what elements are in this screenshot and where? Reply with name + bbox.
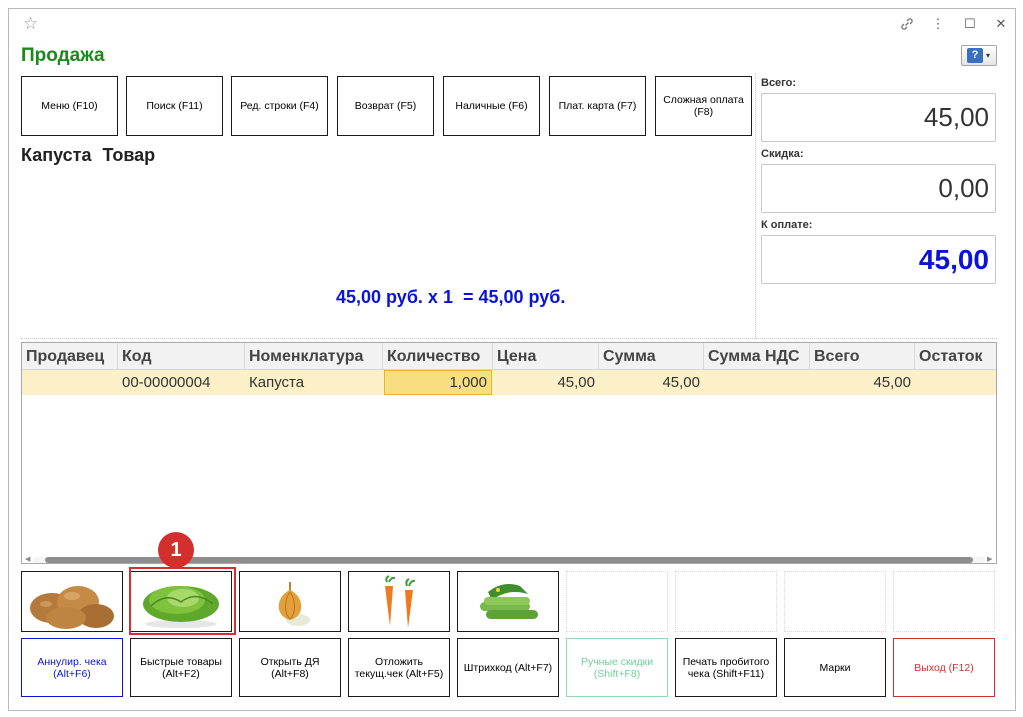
items-table[interactable]: Продавец Код Номенклатура Количество Цен…	[21, 342, 997, 564]
product-name: Капуста Товар	[21, 145, 156, 165]
help-icon: ?	[967, 48, 983, 63]
cell-vat	[704, 370, 810, 395]
card-button[interactable]: Плат. карта (F7)	[549, 76, 646, 136]
price-calculation: 45,00 руб. x 1 = 45,00 руб.	[336, 287, 566, 307]
annotation-badge: 1	[158, 532, 194, 568]
close-icon[interactable]: ✕	[991, 14, 1011, 34]
quick-item-onion[interactable]	[239, 571, 341, 632]
quick-item-empty	[675, 571, 777, 632]
column-header-item[interactable]: Номенклатура	[245, 343, 383, 370]
help-button[interactable]: ? ▾	[961, 45, 997, 66]
table-header: Продавец Код Номенклатура Количество Цен…	[22, 343, 996, 370]
return-button[interactable]: Возврат (F5)	[337, 76, 434, 136]
page-title: Продажа	[21, 45, 105, 66]
quick-goods-button[interactable]: Быстрые товары (Alt+F2)	[130, 638, 232, 697]
cell-price: 45,00	[557, 374, 595, 391]
cell-code: 00-00000004	[122, 374, 211, 391]
divider	[21, 338, 997, 339]
onion-icon	[278, 582, 310, 626]
sale-window: ☆ ⋮ ☐ ✕ Продажа ? ▾ Меню (F10) Поиск (F1…	[8, 8, 1016, 711]
exit-button[interactable]: Выход (F12)	[893, 638, 995, 697]
marks-button[interactable]: Марки	[784, 638, 886, 697]
quick-item-empty	[566, 571, 668, 632]
quick-item-carrots[interactable]	[348, 571, 450, 632]
column-header-vat[interactable]: Сумма НДС	[704, 343, 810, 370]
cucumber-icon	[480, 584, 538, 619]
search-button[interactable]: Поиск (F11)	[126, 76, 223, 136]
more-icon[interactable]: ⋮	[928, 14, 948, 34]
barcode-button[interactable]: Штрихкод (Alt+F7)	[457, 638, 559, 697]
cell-sum: 45,00	[662, 374, 700, 391]
print-check-button[interactable]: Печать пробитого чека (Shift+F11)	[675, 638, 777, 697]
link-icon[interactable]	[897, 14, 917, 34]
cell-qty[interactable]: 1,000	[384, 370, 492, 395]
cell-rest	[915, 370, 996, 395]
to-pay-label: К оплате:	[761, 219, 813, 231]
scroll-right-icon[interactable]: ▶	[987, 553, 992, 566]
open-cash-drawer-button[interactable]: Открыть ДЯ (Alt+F8)	[239, 638, 341, 697]
column-header-qty[interactable]: Количество	[383, 343, 493, 370]
total-label: Всего:	[761, 77, 796, 89]
discount-value: 0,00	[761, 164, 996, 213]
total-value: 45,00	[761, 93, 996, 142]
complex-payment-button[interactable]: Сложная оплата (F8)	[655, 76, 752, 136]
annotation-highlight	[129, 567, 236, 635]
column-header-rest[interactable]: Остаток	[915, 343, 996, 370]
cell-item: Капуста	[249, 374, 305, 391]
column-header-seller[interactable]: Продавец	[22, 343, 118, 370]
annul-check-button[interactable]: Аннулир. чека (Alt+F6)	[21, 638, 123, 697]
column-header-price[interactable]: Цена	[493, 343, 599, 370]
column-header-code[interactable]: Код	[118, 343, 245, 370]
menu-button[interactable]: Меню (F10)	[21, 76, 118, 136]
postpone-check-button[interactable]: Отложить текущ.чек (Alt+F5)	[348, 638, 450, 697]
cell-seller	[22, 370, 118, 395]
divider	[755, 73, 756, 339]
quick-item-cucumbers[interactable]	[457, 571, 559, 632]
column-header-total[interactable]: Всего	[810, 343, 915, 370]
column-header-sum[interactable]: Сумма	[599, 343, 704, 370]
chevron-down-icon: ▾	[986, 51, 991, 60]
maximize-icon[interactable]: ☐	[960, 14, 980, 34]
discount-label: Скидка:	[761, 148, 804, 160]
cash-button[interactable]: Наличные (F6)	[443, 76, 540, 136]
table-row[interactable]: 00-00000004 Капуста 1,000 45,00 45,00 45…	[22, 370, 996, 395]
star-icon[interactable]: ☆	[23, 14, 43, 34]
manual-discounts-button[interactable]: Ручные скидки (Shift+F8)	[566, 638, 668, 697]
quick-item-empty	[784, 571, 886, 632]
potato-icon	[30, 586, 114, 629]
to-pay-value: 45,00	[761, 235, 996, 284]
cell-total: 45,00	[873, 374, 911, 391]
quick-item-potatoes[interactable]	[21, 571, 123, 632]
carrot-icon	[385, 575, 416, 628]
edit-row-button[interactable]: Ред. строки (F4)	[231, 76, 328, 136]
scroll-left-icon[interactable]: ◀	[25, 553, 30, 566]
quick-item-empty	[893, 571, 995, 632]
